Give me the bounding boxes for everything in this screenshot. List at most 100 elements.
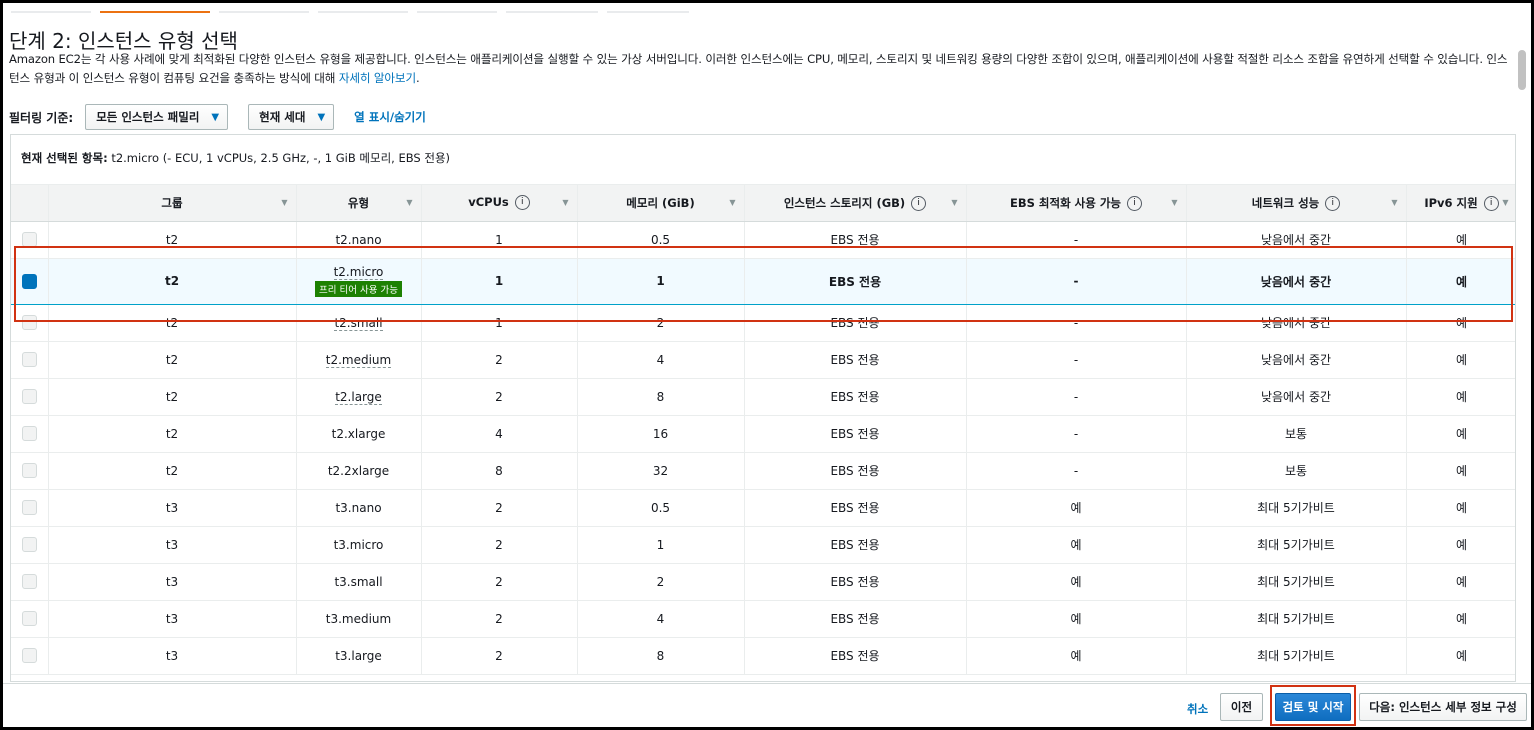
row-checkbox[interactable] [21, 500, 37, 515]
cell-storage: EBS 전용 [744, 221, 967, 259]
page-scrollbar[interactable] [1518, 50, 1526, 90]
review-and-launch-button[interactable]: 검토 및 시작 [1275, 693, 1351, 721]
sort-icon[interactable]: ▼ [951, 198, 957, 207]
info-icon[interactable]: i [1483, 195, 1499, 211]
sort-icon[interactable]: ▼ [1171, 198, 1177, 207]
cell-type: t2.micro 프리 티어 사용 가능 [296, 257, 422, 305]
row-checkbox-checked[interactable] [21, 273, 37, 289]
row-checkbox-cell[interactable] [11, 415, 49, 453]
cell-ebs: 예 [966, 489, 1187, 527]
instance-type-label: t2.nano [335, 232, 382, 248]
wizard-step-1[interactable] [11, 11, 91, 13]
chevron-down-icon: ▼ [317, 111, 326, 123]
instance-type-rows: t2 t2.nano 1 0.5 EBS 전용 - 낮음에서 중간 예 t2 t… [11, 221, 1515, 675]
cell-type: t3.large [296, 637, 422, 675]
row-checkbox-cell[interactable] [11, 378, 49, 416]
table-row[interactable]: t2 t2.2xlarge 8 32 EBS 전용 - 보통 예 [11, 452, 1515, 490]
instance-type-label: t2.xlarge [331, 426, 386, 441]
table-row[interactable]: t2 t2.large 2 8 EBS 전용 - 낮음에서 중간 예 [11, 378, 1515, 416]
header-memory[interactable]: 메모리 (GiB) ▼ [577, 185, 745, 222]
sort-icon[interactable]: ▼ [562, 198, 568, 207]
info-icon[interactable]: i [911, 195, 927, 211]
row-checkbox-cell[interactable] [11, 341, 49, 379]
cell-ebs: - [966, 452, 1187, 490]
row-checkbox[interactable] [21, 389, 37, 404]
toggle-columns-link[interactable]: 열 표시/숨기기 [354, 109, 426, 125]
table-row[interactable]: t2 t2.small 1 2 EBS 전용 - 낮음에서 중간 예 [11, 304, 1515, 342]
wizard-step-3[interactable] [219, 11, 309, 13]
row-checkbox[interactable] [21, 537, 37, 552]
row-checkbox[interactable] [21, 574, 37, 589]
instance-family-select[interactable]: 모든 인스턴스 패밀리 ▼ [85, 104, 229, 130]
previous-button[interactable]: 이전 [1220, 693, 1263, 721]
cell-storage: EBS 전용 [744, 526, 967, 564]
cancel-link[interactable]: 취소 [1187, 701, 1208, 717]
cell-vcpus: 2 [421, 378, 578, 416]
row-checkbox[interactable] [21, 315, 37, 330]
header-network[interactable]: 네트워크 성능 i ▼ [1186, 185, 1407, 222]
row-checkbox-cell[interactable] [11, 257, 49, 305]
header-type-label: 유형 [347, 195, 370, 210]
info-icon[interactable]: i [1325, 195, 1341, 211]
row-checkbox-cell[interactable] [11, 526, 49, 564]
row-checkbox-cell[interactable] [11, 489, 49, 527]
wizard-step-2[interactable] [100, 11, 210, 13]
next-configure-details-button[interactable]: 다음: 인스턴스 세부 정보 구성 [1359, 693, 1527, 721]
row-checkbox-cell[interactable] [11, 600, 49, 638]
instance-type-label: t2.2xlarge [327, 463, 390, 478]
row-checkbox[interactable] [21, 648, 37, 663]
row-checkbox[interactable] [21, 463, 37, 478]
row-checkbox[interactable] [21, 426, 37, 441]
cell-group: t3 [48, 489, 297, 527]
table-row[interactable]: t2 t2.xlarge 4 16 EBS 전용 - 보통 예 [11, 415, 1515, 453]
sort-icon[interactable]: ▼ [281, 198, 287, 207]
wizard-step-7[interactable] [607, 11, 689, 13]
row-checkbox-cell[interactable] [11, 563, 49, 601]
header-group-label: 그룹 [161, 195, 183, 210]
info-icon[interactable]: i [514, 195, 530, 211]
table-row[interactable]: t2 t2.medium 2 4 EBS 전용 - 낮음에서 중간 예 [11, 341, 1515, 379]
table-row[interactable]: t3 t3.nano 2 0.5 EBS 전용 예 최대 5기가비트 예 [11, 489, 1515, 527]
cell-group: t3 [48, 600, 297, 638]
wizard-step-5[interactable] [417, 11, 497, 13]
sort-icon[interactable]: ▼ [406, 198, 412, 207]
cell-type: t3.small [296, 563, 422, 601]
header-ebs[interactable]: EBS 최적화 사용 가능 i ▼ [966, 185, 1187, 222]
row-checkbox[interactable] [21, 232, 37, 247]
cell-network: 낮음에서 중간 [1186, 341, 1407, 379]
header-ipv6[interactable]: IPv6 지원 i ▼ [1406, 185, 1515, 222]
sort-icon[interactable]: ▼ [1391, 198, 1397, 207]
cell-memory: 2 [577, 563, 745, 601]
table-row[interactable]: t3 t3.micro 2 1 EBS 전용 예 최대 5기가비트 예 [11, 526, 1515, 564]
instance-type-label: t3.small [334, 574, 383, 589]
row-checkbox-cell[interactable] [11, 304, 49, 342]
sort-icon[interactable]: ▼ [1502, 198, 1508, 207]
cell-storage: EBS 전용 [744, 341, 967, 379]
filter-bar: 필터링 기준: 모든 인스턴스 패밀리 ▼ 현재 세대 ▼ 열 표시/숨기기 [9, 104, 426, 130]
row-checkbox[interactable] [21, 352, 37, 367]
wizard-step-4[interactable] [318, 11, 408, 13]
cell-network: 최대 5기가비트 [1186, 489, 1407, 527]
learn-more-link[interactable]: 자세히 알아보기 [339, 71, 416, 85]
table-row-selected[interactable]: t2 t2.micro 프리 티어 사용 가능 1 1 EBS 전용 - 낮음에서… [11, 257, 1515, 305]
sort-icon[interactable]: ▼ [729, 198, 735, 207]
cell-ipv6: 예 [1406, 304, 1515, 342]
header-group[interactable]: 그룹 ▼ [48, 185, 297, 222]
table-row[interactable]: t2 t2.nano 1 0.5 EBS 전용 - 낮음에서 중간 예 [11, 221, 1515, 259]
table-header-row: 그룹 ▼ 유형 ▼ vCPUs i ▼ 메모리 (GiB) ▼ 인스턴스 스토리지 (GB… [11, 185, 1515, 222]
cell-memory: 1 [577, 257, 745, 305]
info-icon[interactable]: i [1126, 195, 1142, 211]
row-checkbox-cell[interactable] [11, 637, 49, 675]
generation-select[interactable]: 현재 세대 ▼ [248, 104, 335, 130]
cell-storage: EBS 전용 [744, 600, 967, 638]
header-storage[interactable]: 인스턴스 스토리지 (GB) i ▼ [744, 185, 967, 222]
table-row[interactable]: t3 t3.medium 2 4 EBS 전용 예 최대 5기가비트 예 [11, 600, 1515, 638]
header-type[interactable]: 유형 ▼ [296, 185, 422, 222]
table-row[interactable]: t3 t3.small 2 2 EBS 전용 예 최대 5기가비트 예 [11, 563, 1515, 601]
row-checkbox-cell[interactable] [11, 452, 49, 490]
row-checkbox[interactable] [21, 611, 37, 626]
table-row[interactable]: t3 t3.large 2 8 EBS 전용 예 최대 5기가비트 예 [11, 637, 1515, 675]
row-checkbox-cell[interactable] [11, 221, 49, 259]
header-vcpus[interactable]: vCPUs i ▼ [421, 185, 578, 222]
wizard-step-6[interactable] [506, 11, 598, 13]
